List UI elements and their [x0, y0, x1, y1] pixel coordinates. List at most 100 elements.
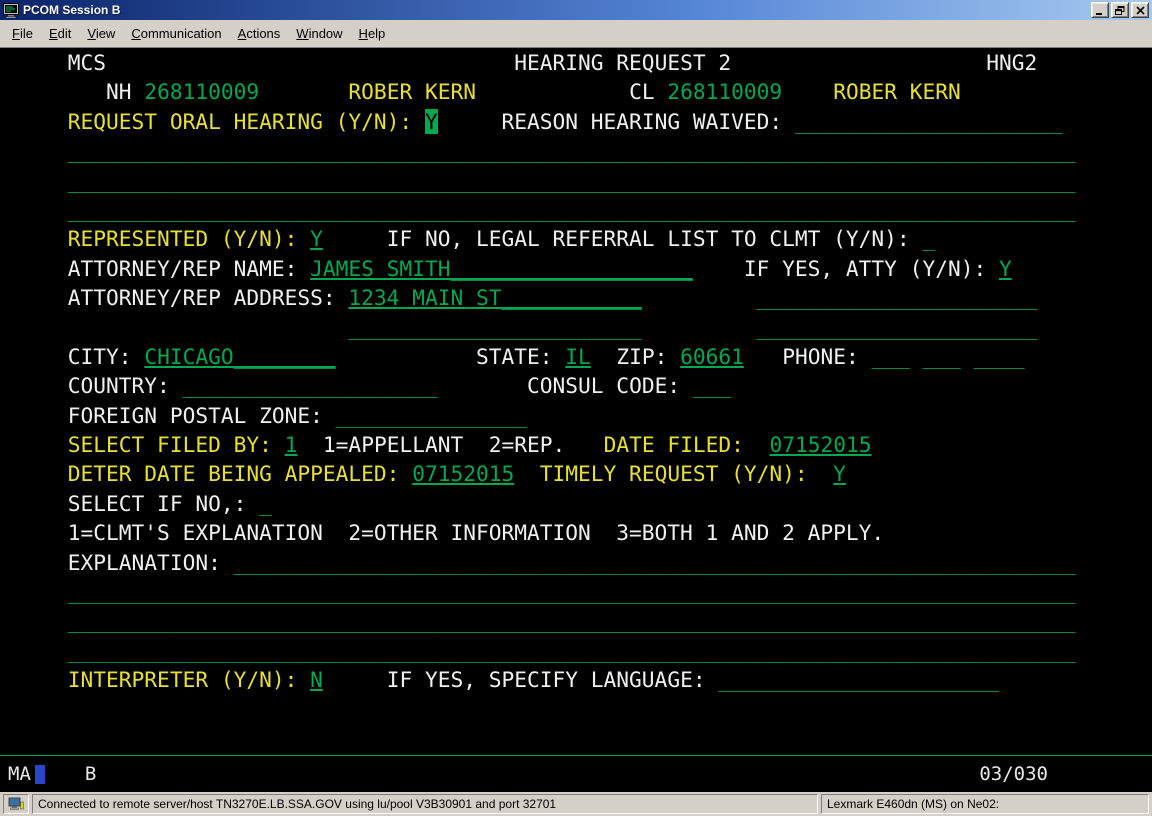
- terminal-screen[interactable]: MCS HEARING REQUEST 2 HNG2 NH 268110009 …: [0, 48, 1152, 753]
- menu-window[interactable]: Window: [288, 22, 350, 45]
- terminal-row: 1=CLMT'S EXPLANATION 2=OTHER INFORMATION…: [55, 518, 1152, 547]
- terminal-row: EXPLANATION: ___________________________…: [55, 548, 1152, 577]
- field-phone-area[interactable]: ___: [872, 344, 910, 369]
- restore-button[interactable]: [1111, 2, 1129, 18]
- label-represented: REPRESENTED (Y/N):: [68, 226, 298, 251]
- field-reason-waived-line4[interactable]: ________________________________________…: [68, 197, 1076, 222]
- field-reason-waived-line2[interactable]: ________________________________________…: [68, 138, 1076, 163]
- terminal-row: INTERPRETER (Y/N): N IF YES, SPECIFY LAN…: [55, 665, 1152, 694]
- terminal-row: [55, 695, 1152, 724]
- label-nh: NH: [106, 79, 132, 104]
- operator-information-area: MA B 03/030: [0, 756, 1152, 792]
- terminal-row: REQUEST ORAL HEARING (Y/N): Y REASON HEA…: [55, 107, 1152, 136]
- oia-system-available: MA: [8, 763, 31, 785]
- terminal-row: ________________________________________…: [55, 636, 1152, 665]
- field-phone-line[interactable]: ____: [974, 344, 1025, 369]
- label-select-if-no-options: 1=CLMT'S EXPLANATION 2=OTHER INFORMATION…: [68, 520, 884, 545]
- field-reason-waived-line3[interactable]: ________________________________________…: [68, 168, 1076, 193]
- title-bar: PCOM Session B: [0, 0, 1152, 20]
- label-filed-by: SELECT FILED BY:: [68, 432, 272, 457]
- field-attorney-address-1[interactable]: 1234 MAIN ST___________: [348, 285, 641, 310]
- connection-status-cell: [3, 794, 29, 814]
- terminal-row: ________________________________________…: [55, 136, 1152, 165]
- field-city[interactable]: CHICAGO________: [144, 344, 335, 369]
- label-deter-date: DETER DATE BEING APPEALED:: [68, 461, 400, 486]
- terminal-row: COUNTRY: ____________________ CONSUL COD…: [55, 371, 1152, 400]
- field-country[interactable]: ____________________: [183, 373, 438, 398]
- label-timely-request: TIMELY REQUEST (Y/N):: [540, 461, 808, 486]
- app-icon[interactable]: [3, 3, 19, 18]
- terminal-row: ________________________________________…: [55, 577, 1152, 606]
- screen-title: HEARING REQUEST 2: [514, 50, 731, 75]
- field-attorney-address-2[interactable]: ______________________: [757, 285, 1038, 310]
- field-filed-by[interactable]: 1: [285, 432, 298, 457]
- connection-status-text: Connected to remote server/host TN3270E.…: [32, 794, 818, 814]
- oia-cursor-position: 03/030: [979, 763, 1048, 785]
- menu-help[interactable]: Help: [351, 22, 394, 45]
- field-timely-request[interactable]: Y: [833, 461, 846, 486]
- label-date-filed: DATE FILED:: [604, 432, 744, 457]
- status-bar: Connected to remote server/host TN3270E.…: [0, 792, 1152, 816]
- terminal-row: CITY: CHICAGO________ STATE: IL ZIP: 606…: [55, 342, 1152, 371]
- field-date-filed[interactable]: 07152015: [769, 432, 871, 457]
- field-oral-hearing[interactable]: Y: [425, 109, 438, 134]
- label-state: STATE:: [476, 344, 553, 369]
- field-attorney-address-3[interactable]: _______________________: [348, 315, 641, 340]
- field-foreign-postal-zone[interactable]: _______________: [336, 403, 527, 428]
- menubar: FileEditViewCommunicationActionsWindowHe…: [0, 20, 1152, 48]
- field-deter-date[interactable]: 07152015: [412, 461, 514, 486]
- oia-lock-indicator: [35, 765, 45, 784]
- field-select-if-no[interactable]: _: [259, 491, 272, 516]
- cl-name: ROBER KERN: [833, 79, 961, 104]
- connection-icon: [8, 797, 24, 811]
- menu-communication[interactable]: Communication: [123, 22, 229, 45]
- field-represented[interactable]: Y: [310, 226, 323, 251]
- menu-view[interactable]: View: [79, 22, 123, 45]
- close-button[interactable]: [1131, 2, 1149, 18]
- terminal-row: DETER DATE BEING APPEALED: 07152015 TIME…: [55, 459, 1152, 488]
- cl-ssn: 268110009: [667, 79, 782, 104]
- label-select-if-no: SELECT IF NO,:: [68, 491, 247, 516]
- field-phone-prefix[interactable]: ___: [923, 344, 961, 369]
- terminal-row: NH 268110009 ROBER KERN CL 268110009 ROB…: [55, 77, 1152, 106]
- oia-session-id: B: [85, 763, 96, 785]
- label-city: CITY:: [68, 344, 132, 369]
- label-request-oral-hearing: REQUEST ORAL HEARING (Y/N):: [68, 109, 412, 134]
- field-state[interactable]: IL: [565, 344, 591, 369]
- menu-actions[interactable]: Actions: [230, 22, 289, 45]
- menu-file[interactable]: File: [4, 22, 41, 45]
- minimize-button[interactable]: [1091, 2, 1109, 18]
- nh-ssn[interactable]: 268110009: [144, 79, 259, 104]
- field-interpreter[interactable]: N: [310, 667, 323, 692]
- field-legal-referral[interactable]: _: [922, 226, 935, 251]
- terminal-row: REPRESENTED (Y/N): Y IF NO, LEGAL REFERR…: [55, 224, 1152, 253]
- field-language[interactable]: ______________________: [718, 667, 999, 692]
- field-explanation-line3[interactable]: ________________________________________…: [68, 608, 1076, 633]
- label-zip: ZIP:: [616, 344, 667, 369]
- label-attorney-name: ATTORNEY/REP NAME:: [68, 256, 298, 281]
- terminal-row: ________________________________________…: [55, 606, 1152, 635]
- terminal-row: ATTORNEY/REP NAME: JAMES SMITH__________…: [55, 254, 1152, 283]
- field-consul-code[interactable]: ___: [693, 373, 731, 398]
- label-foreign-postal-zone: FOREIGN POSTAL ZONE:: [68, 403, 323, 428]
- field-attorney-address-4[interactable]: ______________________: [757, 315, 1038, 340]
- field-zip[interactable]: 60661: [680, 344, 744, 369]
- terminal-row: _______________________ ________________…: [55, 313, 1152, 342]
- label-language: IF YES, SPECIFY LANGUAGE:: [387, 667, 706, 692]
- field-explanation[interactable]: ________________________________________…: [234, 550, 1076, 575]
- field-atty[interactable]: Y: [999, 256, 1012, 281]
- terminal-row: FOREIGN POSTAL ZONE: _______________: [55, 401, 1152, 430]
- terminal-row: [55, 724, 1152, 753]
- label-phone: PHONE:: [782, 344, 859, 369]
- label-atty: IF YES, ATTY (Y/N):: [744, 256, 986, 281]
- field-explanation-line4[interactable]: ________________________________________…: [68, 638, 1076, 663]
- label-interpreter: INTERPRETER (Y/N):: [68, 667, 298, 692]
- label-cl: CL: [629, 79, 655, 104]
- label-legal-referral: IF NO, LEGAL REFERRAL LIST TO CLMT (Y/N)…: [387, 226, 910, 251]
- terminal-emulator: MCS HEARING REQUEST 2 HNG2 NH 268110009 …: [0, 48, 1152, 792]
- menu-edit[interactable]: Edit: [41, 22, 79, 45]
- field-reason-waived[interactable]: _____________________: [795, 109, 1063, 134]
- field-explanation-line2[interactable]: ________________________________________…: [68, 579, 1076, 604]
- nh-name: ROBER KERN: [348, 79, 476, 104]
- field-attorney-name[interactable]: JAMES SMITH___________________: [310, 256, 693, 281]
